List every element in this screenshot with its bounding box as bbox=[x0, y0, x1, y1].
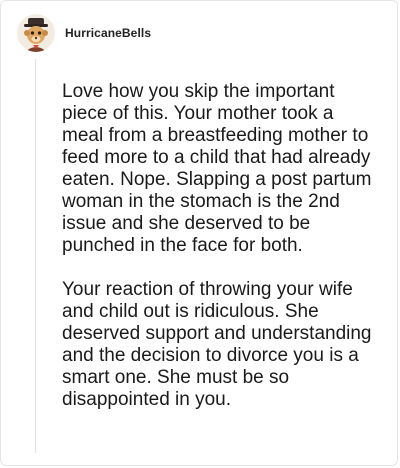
comment-header: HurricaneBells bbox=[17, 13, 151, 53]
username[interactable]: HurricaneBells bbox=[65, 26, 151, 40]
comment-paragraph: Love how you skip the important piece of… bbox=[62, 81, 372, 256]
comment-paragraph: Your reaction of throwing your wife and … bbox=[62, 279, 372, 410]
cartoon-cowboy-avatar-icon bbox=[17, 14, 55, 52]
thread-line[interactable] bbox=[35, 59, 36, 453]
comment-body: Love how you skip the important piece of… bbox=[62, 81, 374, 411]
comment-card: HurricaneBells Love how you skip the imp… bbox=[0, 0, 398, 466]
user-avatar[interactable] bbox=[17, 14, 55, 52]
